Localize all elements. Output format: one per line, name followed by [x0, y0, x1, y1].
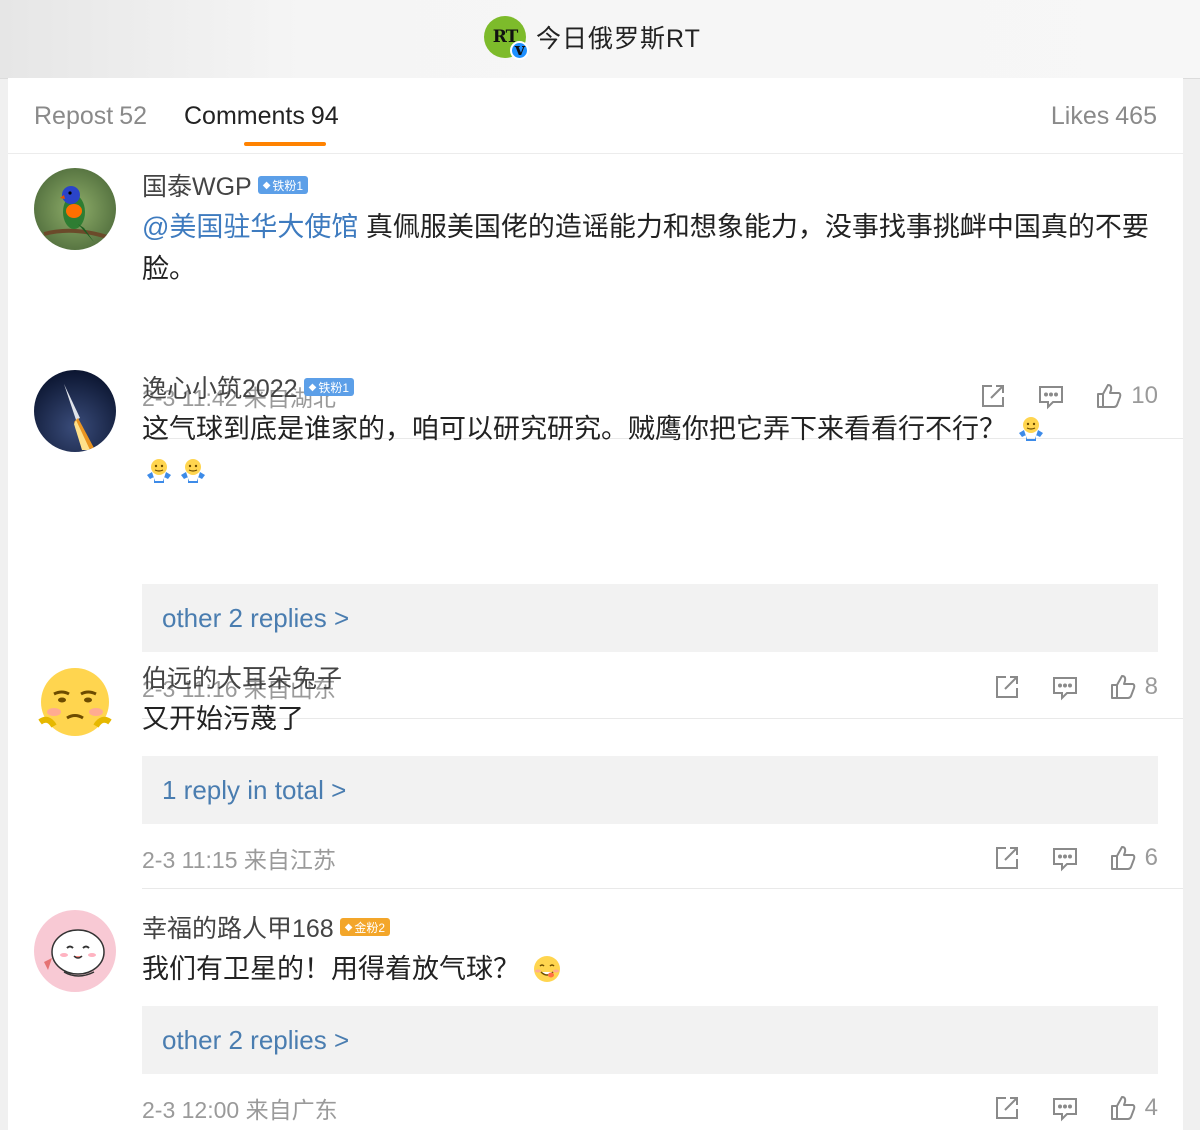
- comment-username[interactable]: 伯远的大耳朵兔子: [142, 660, 1158, 694]
- comment-timestamp: 2-3 11:15 来自江苏: [142, 847, 336, 873]
- comment-body: 伯远的大耳朵兔子 又开始污蔑了: [142, 660, 1158, 740]
- tab-repost-count: 52: [119, 102, 148, 130]
- like-count: 6: [1144, 844, 1158, 871]
- username-text[interactable]: 逸心小筑2022: [142, 369, 298, 405]
- comment-body: 幸福的路人甲168 ◆ 金粉2 我们有卫星的！用得着放气球？: [142, 910, 1158, 990]
- comment-text: @美国驻华大使馆 真佩服美国佬的造谣能力和想象能力，没事找事挑衅中国真的不要脸。: [142, 206, 1158, 290]
- mention-link[interactable]: @美国驻华大使馆: [142, 212, 358, 242]
- tab-comments-label: Comments: [184, 102, 305, 130]
- gold-fan-badge[interactable]: ◆ 金粉2: [339, 918, 391, 936]
- tab-likes-label: Likes: [1050, 102, 1110, 130]
- comment-actions: 4: [963, 1088, 1158, 1128]
- tab-bar: Repost 52 Comments 94 Likes 465: [8, 78, 1183, 154]
- comment-meta: 2-3 11:15 来自江苏 6: [142, 838, 1158, 878]
- view-replies-link[interactable]: 1 reply in total >: [142, 756, 1158, 824]
- comment-timestamp: 2-3 12:00 来自广东: [142, 1097, 338, 1123]
- tab-likes-count: 465: [1115, 102, 1157, 130]
- top-bar: RT v 今日俄罗斯RT: [0, 0, 1200, 79]
- tab-likes[interactable]: Likes 465: [1051, 102, 1157, 131]
- comment-content: 又开始污蔑了: [142, 704, 304, 734]
- comment-text: 这气球到底是谁家的，咱可以研究研究。贼鹰你把它弄下来看看行不行？: [142, 408, 1158, 492]
- rt-logo-avatar[interactable]: RT v: [484, 16, 529, 60]
- verified-badge-icon: v: [510, 41, 529, 60]
- comment-content: 我们有卫星的！用得着放气球？: [142, 954, 520, 984]
- comment-text: 又开始污蔑了: [142, 698, 1158, 740]
- like-icon[interactable]: [1109, 1094, 1137, 1122]
- verified-mark: v: [515, 40, 525, 60]
- view-replies-link[interactable]: other 2 replies >: [142, 584, 1158, 652]
- comment-content: 这气球到底是谁家的，咱可以研究研究。贼鹰你把它弄下来看看行不行？: [142, 414, 1006, 444]
- tab-comments-count: 94: [310, 102, 339, 130]
- username-text[interactable]: 幸福的路人甲168: [142, 909, 334, 945]
- shrug-emoji-icon: [178, 455, 208, 485]
- parrot-avatar[interactable]: [34, 168, 116, 250]
- fan-badge-label: 铁粉1: [272, 178, 304, 193]
- shrug-emoji-icon: [1016, 413, 1046, 443]
- fan-badge-label: 铁粉1: [318, 380, 350, 395]
- comment-body: 国泰WGP ◆ 铁粉1 @美国驻华大使馆 真佩服美国佬的造谣能力和想象能力，没事找…: [142, 168, 1158, 290]
- username-text[interactable]: 国泰WGP: [142, 167, 252, 203]
- comment-actions: 6: [963, 838, 1158, 878]
- comment-icon[interactable]: [1051, 844, 1079, 872]
- shrug-emoji-icon: [144, 455, 174, 485]
- comments-panel: Repost 52 Comments 94 Likes 465 国泰WGP ◆ …: [8, 78, 1183, 1130]
- gold-badge-label: 金粉2: [354, 920, 386, 935]
- comment-username[interactable]: 幸福的路人甲168 ◆ 金粉2: [142, 910, 1158, 944]
- gem-icon: ◆: [344, 921, 353, 933]
- comment-text: 我们有卫星的！用得着放气球？: [142, 948, 1158, 990]
- tab-comments[interactable]: Comments 94: [184, 102, 339, 131]
- account-header[interactable]: RT v 今日俄罗斯RT: [484, 16, 701, 60]
- comment-username[interactable]: 国泰WGP ◆ 铁粉1: [142, 168, 1158, 202]
- like-count: 4: [1144, 1094, 1158, 1121]
- comment-meta: 2-3 12:00 来自广东 4: [142, 1088, 1158, 1128]
- active-tab-indicator: [244, 142, 326, 146]
- share-icon[interactable]: [993, 844, 1021, 872]
- fan-badge[interactable]: ◆ 铁粉1: [257, 176, 309, 194]
- comment-username[interactable]: 逸心小筑2022 ◆ 铁粉1: [142, 370, 1158, 404]
- diamond-icon: ◆: [308, 381, 317, 393]
- tab-repost-label: Repost: [34, 102, 114, 130]
- view-replies-link[interactable]: other 2 replies >: [142, 1006, 1158, 1074]
- fan-badge[interactable]: ◆ 铁粉1: [303, 378, 355, 396]
- rocket-launch-avatar[interactable]: [34, 370, 116, 452]
- like-icon[interactable]: [1109, 844, 1137, 872]
- username-text[interactable]: 伯远的大耳朵兔子: [142, 659, 342, 695]
- cartoon-blob-avatar[interactable]: [34, 910, 116, 992]
- comment-icon[interactable]: [1051, 1094, 1079, 1122]
- sad-face-avatar[interactable]: [34, 660, 116, 742]
- tab-repost[interactable]: Repost 52: [34, 102, 147, 131]
- account-name[interactable]: 今日俄罗斯RT: [536, 19, 701, 55]
- divider: [142, 888, 1183, 889]
- yummy-emoji-icon: [530, 952, 564, 986]
- share-icon[interactable]: [993, 1094, 1021, 1122]
- comment-body: 逸心小筑2022 ◆ 铁粉1 这气球到底是谁家的，咱可以研究研究。贼鹰你把它弄下来…: [142, 370, 1158, 492]
- diamond-icon: ◆: [262, 179, 271, 191]
